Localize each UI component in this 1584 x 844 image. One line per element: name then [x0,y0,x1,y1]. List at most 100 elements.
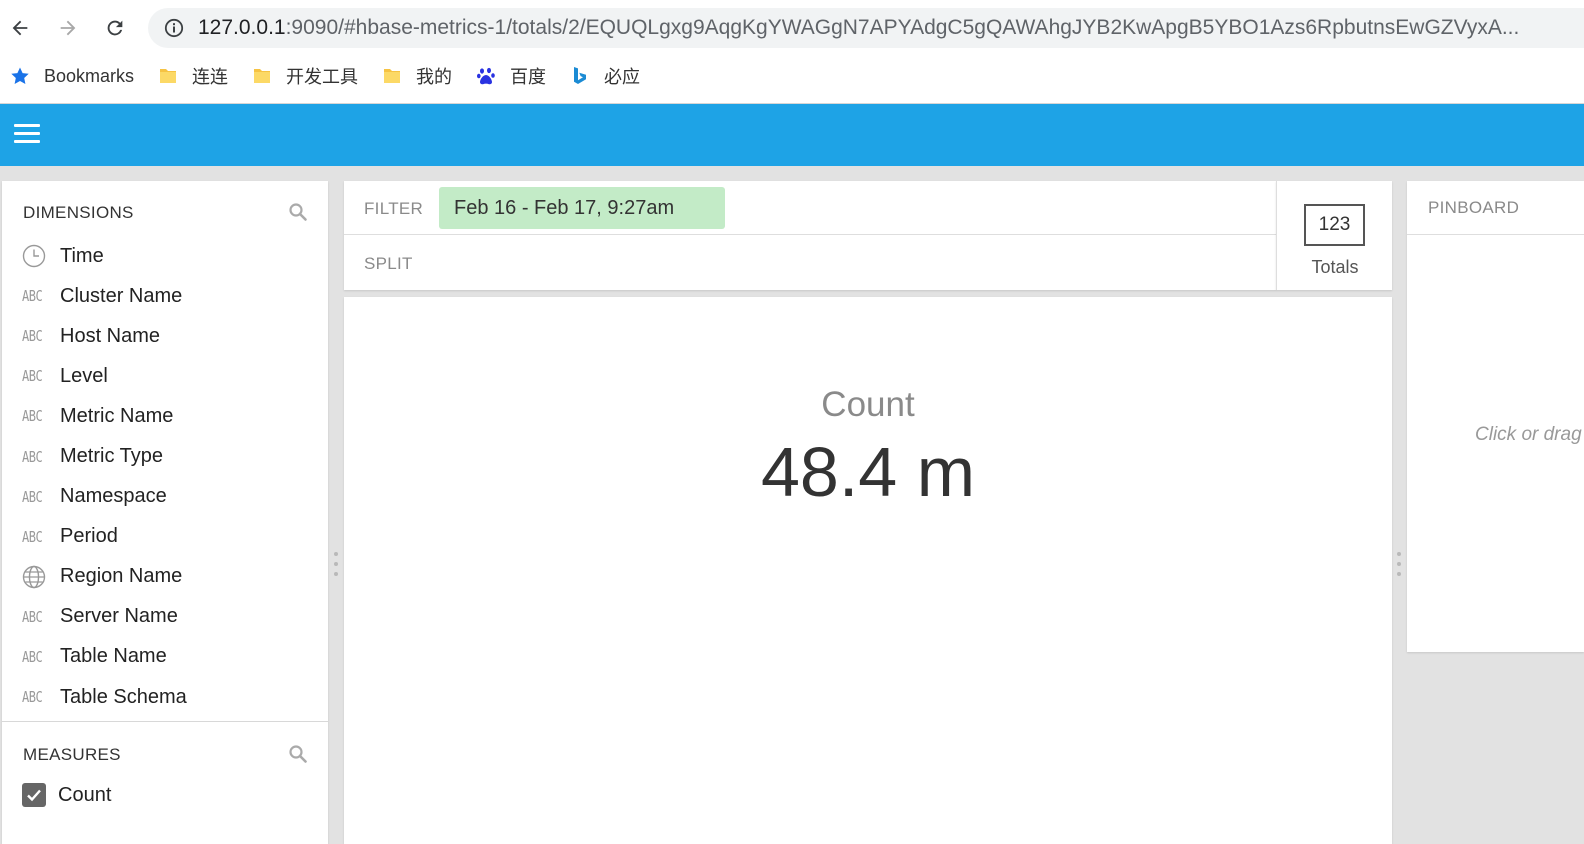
dimension-item-period[interactable]: ABC Period [2,517,328,557]
folder-icon [158,66,178,86]
bookmark-lianlian[interactable]: 连连 [158,63,228,89]
dimension-label: Period [60,525,118,548]
dimension-item-region-name[interactable]: Region Name [2,557,328,597]
dimension-item-cluster-name[interactable]: ABC Cluster Name [2,276,328,316]
back-button[interactable] [4,12,36,44]
star-icon [10,66,30,86]
browser-toolbar: 127.0.0.1:9090/#hbase-metrics-1/totals/2… [0,0,1584,104]
abc-glyph: ABC [22,327,43,345]
bookmark-mine[interactable]: 我的 [382,63,452,89]
address-bar[interactable]: 127.0.0.1:9090/#hbase-metrics-1/totals/2… [148,8,1584,48]
measure-value: 48.4 m [761,433,975,511]
pinboard-header: PINBOARD [1407,181,1584,235]
dimension-label: Namespace [60,485,167,508]
left-resize-handle[interactable] [334,552,338,576]
dimension-label: Table Name [60,645,167,668]
reload-button[interactable] [99,12,131,44]
measure-item-count[interactable]: Count [22,783,111,807]
abc-glyph: ABC [22,407,43,426]
dimension-label: Table Schema [60,685,187,708]
bookmark-label: 我的 [416,67,453,87]
visualization-selector[interactable]: 123 Totals [1276,181,1392,290]
dimension-label: Metric Name [60,404,174,427]
globe-icon [22,565,48,589]
abc-icon: ABC [22,404,48,428]
baidu-paw-icon [476,66,496,86]
abc-icon: ABC [22,324,48,348]
dimension-measure-panel: DIMENSIONS Time ABC Cluster Name ABC Hos… [2,181,328,844]
dimension-item-metric-name[interactable]: ABC Metric Name [2,396,328,436]
bookmark-label: 百度 [510,67,547,87]
panel-divider [2,721,328,722]
search-icon[interactable] [288,202,308,222]
measure-label: Count [58,783,112,806]
dimension-label: Time [60,244,104,267]
filter-label: FILTER [364,199,424,218]
dimension-item-time[interactable]: Time [2,236,328,276]
bookmark-bookmarks[interactable]: Bookmarks [10,66,134,87]
reload-icon [107,20,123,36]
app-header [0,104,1584,166]
folder-icon [382,66,402,86]
bookmark-label: 开发工具 [286,67,359,87]
dimension-item-host-name[interactable]: ABC Host Name [2,316,328,356]
folder-icon [252,66,272,86]
abc-icon: ABC [22,685,48,709]
dimension-item-server-name[interactable]: ABC Server Name [2,597,328,637]
abc-icon: ABC [22,284,48,308]
bookmark-devtools[interactable]: 开发工具 [252,63,358,89]
abc-icon: ABC [22,485,48,509]
dimension-list: Time ABC Cluster Name ABC Host Name ABC … [2,236,328,717]
pinboard-panel: PINBOARD Click or drag dimensions to pin… [1407,181,1584,652]
bookmark-label: 连连 [192,67,229,87]
dimension-item-level[interactable]: ABC Level [2,356,328,396]
dimension-label: Server Name [60,605,178,628]
split-label: SPLIT [364,254,413,273]
split-row[interactable]: SPLIT [344,236,1276,290]
url-path: :9090/#hbase-metrics-1/totals/2/EQUQLgxg… [285,16,1520,39]
dimension-label: Cluster Name [60,284,183,307]
url-text: 127.0.0.1:9090/#hbase-metrics-1/totals/2… [198,16,1519,40]
abc-glyph: ABC [22,688,43,706]
measure-title: Count [821,385,915,424]
pinboard-title: PINBOARD [1428,198,1520,217]
right-resize-handle[interactable] [1397,552,1401,576]
totals-vis-icon: 123 [1304,204,1365,246]
dimension-item-table-name[interactable]: ABC Table Name [2,637,328,677]
checkbox-checked-icon[interactable] [22,783,46,807]
abc-icon: ABC [22,605,48,629]
dimension-item-table-schema[interactable]: ABC Table Schema [2,677,328,717]
abc-icon: ABC [22,645,48,669]
abc-icon: ABC [22,364,48,388]
abc-icon: ABC [22,525,48,549]
dimensions-title: DIMENSIONS [23,203,134,222]
measures-title: MEASURES [23,745,121,764]
bookmark-baidu[interactable]: 百度 [476,63,546,89]
dimension-item-namespace[interactable]: ABC Namespace [2,477,328,517]
bookmark-bing[interactable]: 必应 [570,63,640,89]
abc-glyph: ABC [22,487,43,506]
time-filter-tile[interactable]: Feb 16 - Feb 17, 9:27am [439,187,725,229]
dimension-label: Host Name [60,324,161,347]
bookmark-label: 必应 [604,67,641,87]
dimension-label: Region Name [60,565,183,588]
clock-icon [22,244,48,268]
totals-visualization: Count 48.4 m [344,297,1392,844]
abc-icon: ABC [22,445,48,469]
abc-glyph: ABC [22,447,43,466]
filter-split-area: FILTER Feb 16 - Feb 17, 9:27am SPLIT [344,181,1276,290]
filter-row: FILTER Feb 16 - Feb 17, 9:27am [344,181,1276,235]
search-icon[interactable] [288,744,308,764]
visualization-label: Totals [1311,257,1359,277]
abc-glyph: ABC [22,527,43,546]
abc-glyph: ABC [22,287,43,305]
dimension-item-metric-type[interactable]: ABC Metric Type [2,436,328,476]
bookmark-label: Bookmarks [44,65,135,86]
pinboard-hint: Click or drag dimensions to pin them [1475,424,1584,445]
url-host: 127.0.0.1 [198,16,286,39]
dimension-label: Metric Type [60,445,163,468]
menu-icon[interactable] [14,124,40,146]
forward-button[interactable] [52,12,84,44]
abc-glyph: ABC [22,367,43,386]
back-arrow-icon [12,20,28,36]
